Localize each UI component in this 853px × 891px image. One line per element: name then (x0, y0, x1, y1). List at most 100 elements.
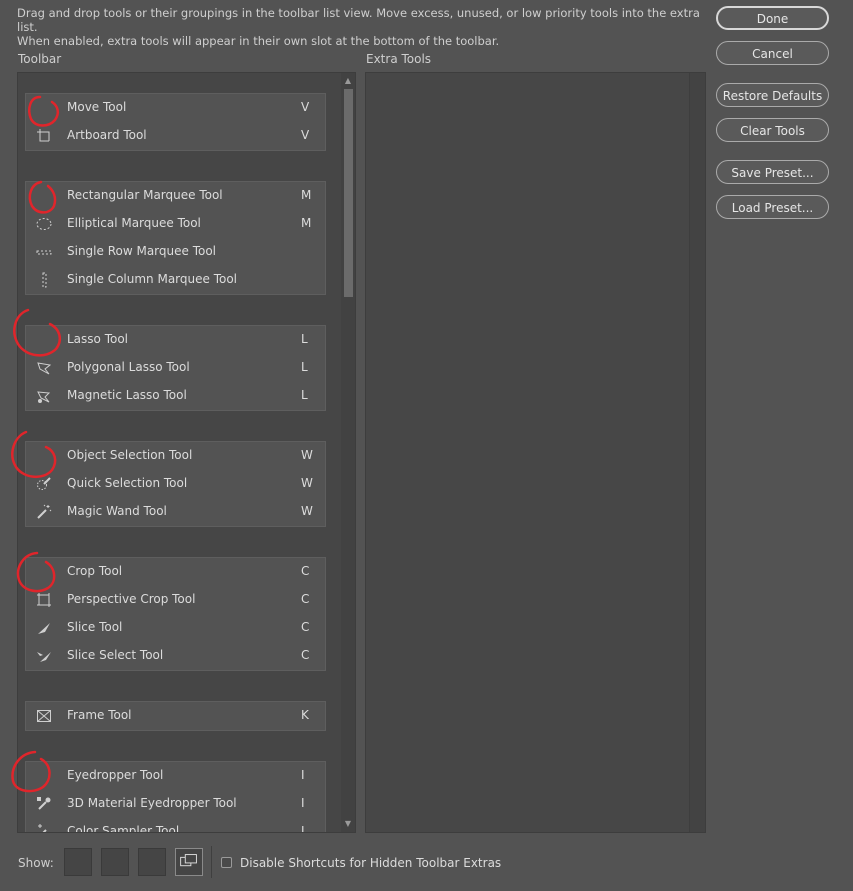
chevron-down-icon[interactable]: ▼ (343, 819, 353, 829)
toolbar-title: Toolbar (18, 52, 62, 66)
move-icon (36, 100, 52, 116)
tool-row[interactable]: Magnetic Lasso Tool L (26, 382, 325, 410)
tool-row[interactable]: Move Tool V (26, 94, 325, 122)
toolbar-scrollbar[interactable]: ▲ ▼ (341, 73, 355, 832)
cancel-button[interactable]: Cancel (716, 41, 829, 65)
disable-shortcuts-label[interactable]: Disable Shortcuts for Hidden Toolbar Ext… (240, 856, 501, 870)
tool-label: Polygonal Lasso Tool (67, 360, 190, 374)
polygonal-lasso-icon (36, 360, 52, 376)
frame-icon (36, 708, 52, 724)
extra-tools-scrollbar[interactable] (689, 73, 705, 832)
tool-label: Single Column Marquee Tool (67, 272, 238, 286)
show-extra-slot-button[interactable] (175, 848, 203, 876)
tool-group-marquee[interactable]: Rectangular Marquee Tool M Elliptical Ma… (25, 181, 326, 295)
save-preset-button[interactable]: Save Preset... (716, 160, 829, 184)
tool-row[interactable]: Artboard Tool V (26, 122, 325, 150)
tool-row[interactable]: Magic Wand Tool W (26, 498, 325, 526)
show-option-button[interactable] (64, 848, 92, 876)
tool-label: Quick Selection Tool (67, 476, 188, 490)
tool-label: Rectangular Marquee Tool (67, 188, 223, 202)
tool-row[interactable]: Single Row Marquee Tool (26, 238, 325, 266)
tool-shortcut: C (301, 620, 310, 634)
load-preset-button[interactable]: Load Preset... (716, 195, 829, 219)
object-selection-icon (36, 448, 52, 464)
tool-label: Eyedropper Tool (67, 768, 164, 782)
screen-mode-icon (180, 854, 197, 867)
tool-label: Perspective Crop Tool (67, 592, 196, 606)
tool-row[interactable]: Single Column Marquee Tool (26, 266, 325, 294)
magic-wand-icon (36, 504, 52, 520)
tool-label: 3D Material Eyedropper Tool (67, 796, 237, 810)
tool-group-move[interactable]: Move Tool V Artboard Tool V (25, 93, 326, 151)
tool-shortcut: M (301, 216, 312, 230)
show-option-button[interactable] (101, 848, 129, 876)
single-column-icon (36, 272, 52, 288)
ellipse-marquee-icon (36, 216, 52, 232)
tool-row[interactable]: Slice Tool C (26, 614, 325, 642)
done-button[interactable]: Done (716, 6, 829, 30)
extra-tools-list[interactable] (365, 72, 706, 833)
tool-shortcut: L (301, 360, 308, 374)
tool-group-crop[interactable]: Crop Tool C Perspective Crop Tool C Slic… (25, 557, 326, 671)
tool-group-eyedropper[interactable]: Eyedropper Tool I 3D Material Eyedropper… (25, 761, 326, 833)
single-row-icon (36, 244, 52, 260)
tool-shortcut: I (301, 768, 305, 782)
tool-label: Magic Wand Tool (67, 504, 167, 518)
tool-row[interactable]: Object Selection Tool W (26, 442, 325, 470)
tool-row[interactable]: Crop Tool C (26, 558, 325, 586)
scroll-thumb[interactable] (344, 89, 353, 297)
tool-group-selection[interactable]: Object Selection Tool W Quick Selection … (25, 441, 326, 527)
artboard-icon (36, 128, 52, 144)
tool-row[interactable]: Eyedropper Tool I (26, 762, 325, 790)
tool-row[interactable]: Frame Tool K (26, 702, 325, 730)
tool-row[interactable]: Lasso Tool L (26, 326, 325, 354)
disable-shortcuts-checkbox[interactable] (221, 857, 232, 868)
toolbar-list[interactable]: Move Tool V Artboard Tool V Rectangular … (17, 72, 356, 833)
magnetic-lasso-icon (36, 388, 52, 404)
tool-label: Object Selection Tool (67, 448, 193, 462)
tool-row[interactable]: Quick Selection Tool W (26, 470, 325, 498)
tool-row[interactable]: Elliptical Marquee Tool M (26, 210, 325, 238)
tool-shortcut: W (301, 476, 313, 490)
tool-label: Slice Select Tool (67, 648, 164, 662)
chevron-up-icon[interactable]: ▲ (343, 76, 353, 86)
tool-row[interactable]: Polygonal Lasso Tool L (26, 354, 325, 382)
tool-label: Artboard Tool (67, 128, 147, 142)
tool-group-lasso[interactable]: Lasso Tool L Polygonal Lasso Tool L Magn… (25, 325, 326, 411)
tool-shortcut: L (301, 388, 308, 402)
tool-label: Single Row Marquee Tool (67, 244, 217, 258)
tool-shortcut: W (301, 448, 313, 462)
tool-label: Elliptical Marquee Tool (67, 216, 201, 230)
tool-label: Slice Tool (67, 620, 123, 634)
tool-shortcut: C (301, 564, 310, 578)
tool-group-frame[interactable]: Frame Tool K (25, 701, 326, 731)
instructions-line-2: When enabled, extra tools will appear in… (17, 34, 500, 48)
tool-shortcut: M (301, 188, 312, 202)
tool-label: Frame Tool (67, 708, 132, 722)
clear-tools-button[interactable]: Clear Tools (716, 118, 829, 142)
show-option-button[interactable] (138, 848, 166, 876)
color-sampler-icon (36, 824, 52, 832)
tool-label: Magnetic Lasso Tool (67, 388, 187, 402)
tool-label: Move Tool (67, 100, 127, 114)
instructions: Drag and drop tools or their groupings i… (17, 6, 707, 48)
tool-row[interactable]: Rectangular Marquee Tool M (26, 182, 325, 210)
lasso-icon (36, 332, 52, 348)
rect-marquee-icon (36, 188, 52, 204)
tool-label: Color Sampler Tool (67, 824, 180, 833)
tool-row[interactable]: Slice Select Tool C (26, 642, 325, 670)
eyedropper-icon (36, 768, 52, 784)
perspective-crop-icon (36, 592, 52, 608)
tool-row[interactable]: Perspective Crop Tool C (26, 586, 325, 614)
slice-select-icon (36, 648, 52, 664)
tool-shortcut: I (301, 824, 305, 833)
crop-icon (36, 564, 52, 580)
tool-shortcut: V (301, 128, 310, 142)
material-eyedropper-icon (36, 796, 52, 812)
footer-divider (211, 846, 212, 878)
quick-selection-icon (36, 476, 52, 492)
tool-row[interactable]: Color Sampler Tool I (26, 818, 325, 833)
tool-label: Crop Tool (67, 564, 123, 578)
tool-row[interactable]: 3D Material Eyedropper Tool I (26, 790, 325, 818)
restore-defaults-button[interactable]: Restore Defaults (716, 83, 829, 107)
